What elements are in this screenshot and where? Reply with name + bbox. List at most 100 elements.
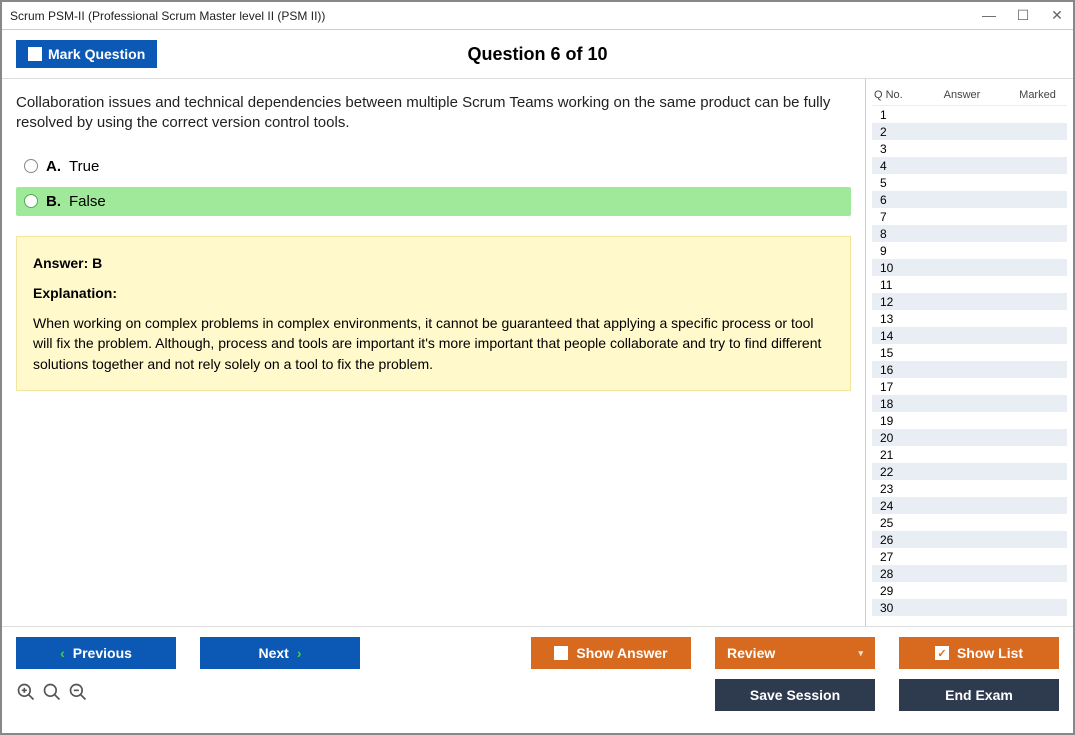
- mark-question-label: Mark Question: [48, 46, 145, 62]
- question-list-row[interactable]: 18: [872, 395, 1067, 412]
- explanation-text: When working on complex problems in comp…: [33, 313, 834, 374]
- zoom-out-icon[interactable]: [68, 682, 88, 708]
- dropdown-icon: ▾: [858, 648, 863, 659]
- end-exam-button[interactable]: End Exam: [899, 679, 1059, 711]
- row-qno: 28: [874, 567, 914, 581]
- question-list-row[interactable]: 26: [872, 531, 1067, 548]
- next-button[interactable]: Next ›: [200, 637, 360, 669]
- question-list-row[interactable]: 2: [872, 123, 1067, 140]
- row-qno: 2: [874, 125, 914, 139]
- row-qno: 19: [874, 414, 914, 428]
- row-qno: 12: [874, 295, 914, 309]
- review-label: Review: [727, 645, 775, 661]
- question-list-row[interactable]: 19: [872, 412, 1067, 429]
- zoom-in-icon[interactable]: [16, 682, 36, 708]
- question-list-row[interactable]: 13: [872, 310, 1067, 327]
- row-qno: 21: [874, 448, 914, 462]
- question-list-row[interactable]: 20: [872, 429, 1067, 446]
- show-list-label: Show List: [957, 645, 1023, 661]
- previous-button[interactable]: ‹ Previous: [16, 637, 176, 669]
- checkbox-icon: [28, 47, 42, 61]
- question-list-row[interactable]: 5: [872, 174, 1067, 191]
- row-qno: 7: [874, 210, 914, 224]
- question-list-row[interactable]: 12: [872, 293, 1067, 310]
- row-qno: 20: [874, 431, 914, 445]
- previous-label: Previous: [73, 645, 132, 661]
- window-title: Scrum PSM-II (Professional Scrum Master …: [10, 9, 981, 23]
- option-letter: B.: [46, 193, 61, 210]
- question-list-row[interactable]: 7: [872, 208, 1067, 225]
- review-button[interactable]: Review ▾: [715, 637, 875, 669]
- radio-icon: [24, 194, 38, 208]
- question-list-row[interactable]: 4: [872, 157, 1067, 174]
- option-row-a[interactable]: A. True: [16, 152, 851, 181]
- chevron-left-icon: ‹: [60, 645, 65, 661]
- question-list-row[interactable]: 6: [872, 191, 1067, 208]
- answer-label: Answer: B: [33, 253, 834, 273]
- option-text: False: [69, 193, 106, 210]
- question-list-row[interactable]: 16: [872, 361, 1067, 378]
- question-list-row[interactable]: 3: [872, 140, 1067, 157]
- show-list-button[interactable]: ✓ Show List: [899, 637, 1059, 669]
- question-list-row[interactable]: 22: [872, 463, 1067, 480]
- option-letter: A.: [46, 158, 61, 175]
- footer-row-2: Save Session End Exam: [16, 679, 1059, 711]
- row-qno: 6: [874, 193, 914, 207]
- row-qno: 8: [874, 227, 914, 241]
- save-session-button[interactable]: Save Session: [715, 679, 875, 711]
- zoom-controls: [16, 682, 88, 708]
- row-qno: 27: [874, 550, 914, 564]
- row-qno: 24: [874, 499, 914, 513]
- question-list-row[interactable]: 10: [872, 259, 1067, 276]
- col-marked: Marked: [1010, 89, 1065, 101]
- checkbox-icon: [554, 646, 568, 660]
- checkbox-checked-icon: ✓: [935, 646, 949, 660]
- minimize-icon[interactable]: —: [981, 7, 997, 24]
- question-list-row[interactable]: 1: [872, 106, 1067, 123]
- question-list-header: Q No. Answer Marked: [872, 85, 1067, 105]
- question-list-row[interactable]: 15: [872, 344, 1067, 361]
- close-icon[interactable]: ✕: [1049, 7, 1065, 24]
- answer-explanation-box: Answer: B Explanation: When working on c…: [16, 236, 851, 391]
- question-list-row[interactable]: 11: [872, 276, 1067, 293]
- row-qno: 30: [874, 601, 914, 615]
- row-qno: 17: [874, 380, 914, 394]
- row-qno: 13: [874, 312, 914, 326]
- question-list-row[interactable]: 23: [872, 480, 1067, 497]
- question-list-row[interactable]: 25: [872, 514, 1067, 531]
- question-list-body[interactable]: 1234567891011121314151617181920212223242…: [872, 105, 1067, 626]
- question-list-row[interactable]: 28: [872, 565, 1067, 582]
- options-list: A. True B. False: [16, 152, 851, 216]
- show-answer-button[interactable]: Show Answer: [531, 637, 691, 669]
- next-label: Next: [258, 645, 288, 661]
- maximize-icon[interactable]: ☐: [1015, 7, 1031, 24]
- question-text: Collaboration issues and technical depen…: [16, 93, 851, 134]
- question-list-row[interactable]: 17: [872, 378, 1067, 395]
- question-list-row[interactable]: 9: [872, 242, 1067, 259]
- question-list-row[interactable]: 30: [872, 599, 1067, 616]
- radio-icon: [24, 159, 38, 173]
- row-qno: 9: [874, 244, 914, 258]
- question-list-row[interactable]: 14: [872, 327, 1067, 344]
- row-qno: 15: [874, 346, 914, 360]
- row-qno: 14: [874, 329, 914, 343]
- chevron-right-icon: ›: [297, 645, 302, 661]
- question-list-row[interactable]: 24: [872, 497, 1067, 514]
- option-row-b[interactable]: B. False: [16, 187, 851, 216]
- mark-question-button[interactable]: Mark Question: [16, 40, 157, 68]
- footer: ‹ Previous Next › Show Answer Review ▾ ✓…: [2, 626, 1073, 726]
- row-qno: 18: [874, 397, 914, 411]
- window-titlebar: Scrum PSM-II (Professional Scrum Master …: [2, 2, 1073, 30]
- question-list-row[interactable]: 21: [872, 446, 1067, 463]
- question-list-panel: Q No. Answer Marked 12345678910111213141…: [865, 79, 1073, 626]
- zoom-reset-icon[interactable]: [42, 682, 62, 708]
- question-list-row[interactable]: 29: [872, 582, 1067, 599]
- row-qno: 4: [874, 159, 914, 173]
- row-qno: 16: [874, 363, 914, 377]
- question-counter: Question 6 of 10: [467, 44, 607, 65]
- question-list-row[interactable]: 27: [872, 548, 1067, 565]
- end-exam-label: End Exam: [945, 687, 1013, 703]
- top-toolbar: Mark Question Question 6 of 10: [2, 30, 1073, 79]
- question-list-row[interactable]: 8: [872, 225, 1067, 242]
- row-qno: 25: [874, 516, 914, 530]
